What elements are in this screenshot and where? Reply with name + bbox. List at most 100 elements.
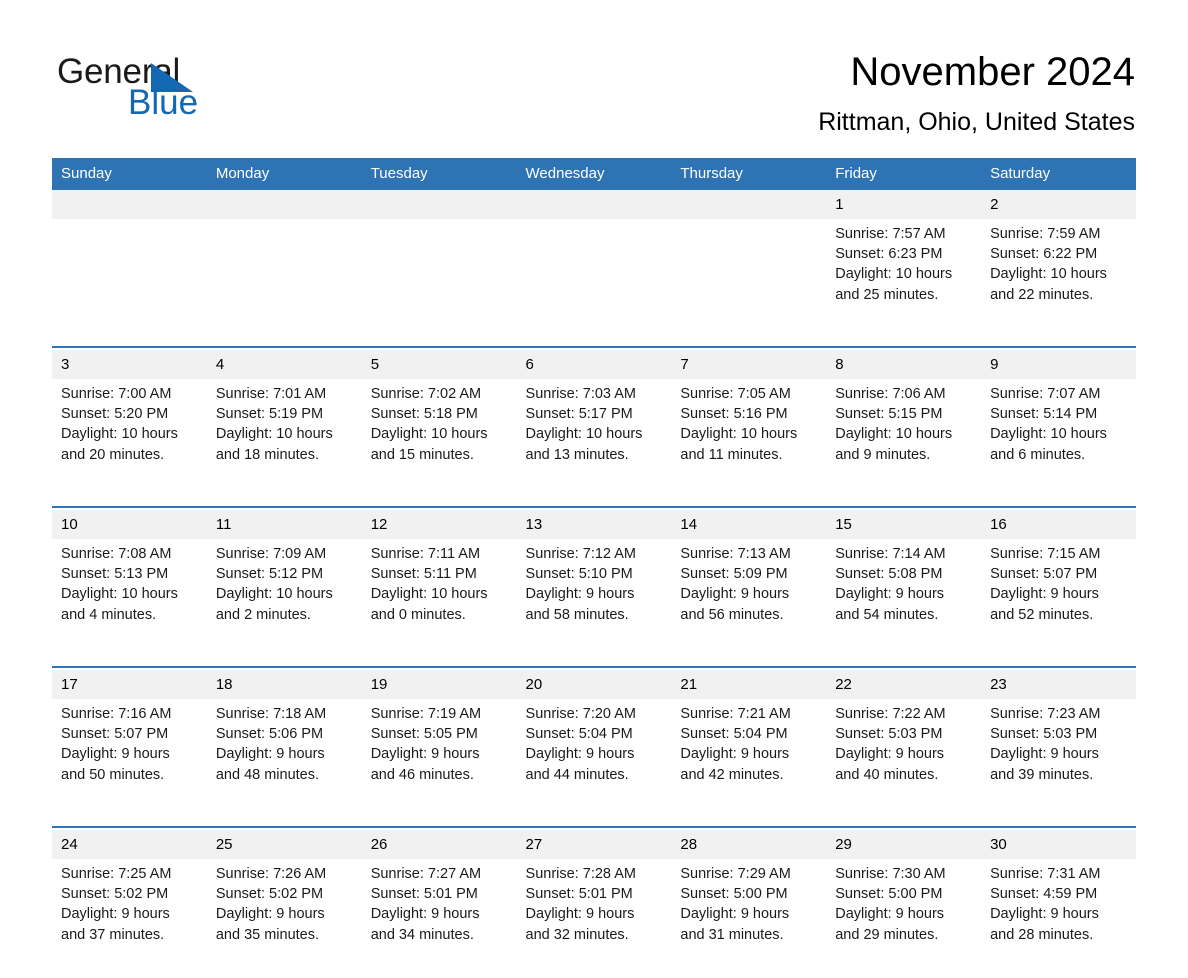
day-number-cell[interactable]: 26 (361, 830, 517, 859)
day-daylight-line2-text: and 4 minutes. (61, 606, 157, 623)
day-info-cell[interactable]: Sunrise: 7:00 AM Sunset: 5:20 PM Daylight:… (52, 379, 207, 498)
empty-day-cell (206, 190, 362, 219)
day-sunrise-text: Sunrise: 7:28 AM (525, 866, 636, 882)
day-number-cell[interactable]: 16 (981, 510, 1136, 539)
day-number-cell[interactable]: 6 (516, 350, 672, 379)
weekday-header-saturday: Saturday (981, 158, 1136, 190)
day-info-cell[interactable]: Sunrise: 7:22 AM Sunset: 5:03 PM Daylight:… (826, 699, 982, 818)
day-info-cell[interactable]: Sunrise: 7:25 AM Sunset: 5:02 PM Daylight:… (52, 859, 207, 978)
day-number-cell[interactable]: 1 (826, 190, 982, 219)
day-info-cell[interactable]: Sunrise: 7:14 AM Sunset: 5:08 PM Daylight:… (826, 539, 982, 658)
day-number-cell[interactable]: 4 (206, 350, 362, 379)
day-number-cell[interactable]: 29 (826, 830, 982, 859)
day-info-cell[interactable]: Sunrise: 7:28 AM Sunset: 5:01 PM Daylight:… (516, 859, 672, 978)
day-number-cell[interactable]: 14 (671, 510, 827, 539)
week-gap-cell (52, 498, 1136, 507)
day-sunset-text: Sunset: 5:00 PM (835, 886, 943, 903)
day-sunset-text: Sunset: 5:12 PM (215, 566, 324, 583)
day-info-cell[interactable]: Sunrise: 7:18 AM Sunset: 5:06 PM Daylight:… (206, 699, 362, 818)
empty-day-cell (52, 190, 207, 219)
day-info-cell[interactable]: Sunrise: 7:27 AM Sunset: 5:01 PM Daylight:… (361, 859, 517, 978)
day-sunset-text: Sunset: 5:15 PM (835, 406, 943, 423)
day-info-cell[interactable]: Sunrise: 7:16 AM Sunset: 5:07 PM Daylight:… (52, 699, 207, 818)
empty-info-cell (52, 219, 207, 338)
day-number-cell[interactable]: 20 (516, 670, 672, 699)
day-number-cell[interactable]: 22 (826, 670, 982, 699)
day-info-cell[interactable]: Sunrise: 7:21 AM Sunset: 5:04 PM Daylight:… (671, 699, 827, 818)
day-number-cell[interactable]: 19 (361, 670, 517, 699)
day-daylight-line1-text: Daylight: 10 hours (835, 426, 953, 443)
day-info-cell[interactable]: Sunrise: 7:19 AM Sunset: 5:05 PM Daylight:… (361, 699, 517, 818)
day-daylight-line2-text: and 2 minutes. (215, 606, 311, 623)
day-sunrise-text: Sunrise: 7:08 AM (61, 546, 172, 562)
day-info-cell[interactable]: Sunrise: 7:31 AM Sunset: 4:59 PM Daylight:… (981, 859, 1136, 978)
day-info-cell[interactable]: Sunrise: 7:57 AM Sunset: 6:23 PM Daylight:… (826, 219, 982, 338)
day-daylight-line1-text: Daylight: 9 hours (61, 746, 170, 763)
day-number-cell[interactable]: 30 (981, 830, 1136, 859)
day-number-cell[interactable]: 25 (206, 830, 362, 859)
day-info-cell[interactable]: Sunrise: 7:23 AM Sunset: 5:03 PM Daylight:… (981, 699, 1136, 818)
day-daylight-line1-text: Daylight: 9 hours (990, 906, 1099, 923)
day-info-cell[interactable]: Sunrise: 7:59 AM Sunset: 6:22 PM Daylight:… (981, 219, 1136, 338)
day-sunset-text: Sunset: 6:22 PM (990, 246, 1098, 263)
day-number-cell[interactable]: 15 (826, 510, 982, 539)
day-number-cell[interactable]: 13 (516, 510, 672, 539)
day-number-cell[interactable]: 21 (671, 670, 827, 699)
day-info-cell[interactable]: Sunrise: 7:11 AM Sunset: 5:11 PM Daylight:… (361, 539, 517, 658)
day-sunrise-text: Sunrise: 7:18 AM (215, 706, 327, 722)
day-daylight-line2-text: and 13 minutes. (525, 446, 629, 463)
day-info-cell[interactable]: Sunrise: 7:02 AM Sunset: 5:18 PM Daylight:… (361, 379, 517, 498)
day-info-cell[interactable]: Sunrise: 7:30 AM Sunset: 5:00 PM Daylight:… (826, 859, 982, 978)
day-info-cell[interactable]: Sunrise: 7:15 AM Sunset: 5:07 PM Daylight:… (981, 539, 1136, 658)
day-number-cell[interactable]: 27 (516, 830, 672, 859)
day-info-cell[interactable]: Sunrise: 7:29 AM Sunset: 5:00 PM Daylight:… (671, 859, 827, 978)
day-sunrise-text: Sunrise: 7:31 AM (990, 866, 1101, 882)
day-number-cell[interactable]: 11 (206, 510, 362, 539)
day-number-cell[interactable]: 3 (52, 350, 207, 379)
day-info-cell[interactable]: Sunrise: 7:05 AM Sunset: 5:16 PM Daylight:… (671, 379, 827, 498)
day-number-cell[interactable]: 23 (981, 670, 1136, 699)
day-info-cell[interactable]: Sunrise: 7:12 AM Sunset: 5:10 PM Daylight:… (516, 539, 672, 658)
day-info-cell[interactable]: Sunrise: 7:06 AM Sunset: 5:15 PM Daylight:… (826, 379, 982, 498)
day-info-cell[interactable]: Sunrise: 7:20 AM Sunset: 5:04 PM Daylight:… (516, 699, 672, 818)
day-info-cell[interactable]: Sunrise: 7:03 AM Sunset: 5:17 PM Daylight:… (516, 379, 672, 498)
day-number-cell[interactable]: 9 (981, 350, 1136, 379)
day-info-cell[interactable]: Sunrise: 7:07 AM Sunset: 5:14 PM Daylight:… (981, 379, 1136, 498)
week-date-row: 3456789 (52, 350, 1136, 379)
week-info-row: Sunrise: 7:08 AM Sunset: 5:13 PM Daylight:… (52, 539, 1136, 658)
day-info-cell[interactable]: Sunrise: 7:09 AM Sunset: 5:12 PM Daylight:… (206, 539, 362, 658)
day-daylight-line2-text: and 34 minutes. (370, 926, 474, 943)
day-number-cell[interactable]: 24 (52, 830, 207, 859)
day-daylight-line1-text: Daylight: 10 hours (990, 426, 1107, 443)
day-number-cell[interactable]: 8 (826, 350, 982, 379)
week-gap-cell (52, 818, 1136, 827)
day-sunrise-text: Sunrise: 7:15 AM (990, 546, 1101, 562)
day-daylight-line2-text: and 9 minutes. (835, 446, 931, 463)
empty-info-cell (671, 219, 827, 338)
day-number-cell[interactable]: 5 (361, 350, 517, 379)
week-gap-cell (52, 338, 1136, 347)
day-sunset-text: Sunset: 5:08 PM (835, 566, 943, 583)
day-daylight-line2-text: and 31 minutes. (680, 926, 784, 943)
page-subtitle: Rittman, Ohio, United States (818, 108, 1135, 136)
brand-logo[interactable]: General Blue (57, 52, 317, 122)
day-sunrise-text: Sunrise: 7:02 AM (370, 386, 482, 402)
day-sunrise-text: Sunrise: 7:21 AM (680, 706, 791, 722)
day-number-cell[interactable]: 12 (361, 510, 517, 539)
day-number-cell[interactable]: 18 (206, 670, 362, 699)
day-info-cell[interactable]: Sunrise: 7:01 AM Sunset: 5:19 PM Daylight:… (206, 379, 362, 498)
day-info-cell[interactable]: Sunrise: 7:08 AM Sunset: 5:13 PM Daylight:… (52, 539, 207, 658)
empty-day-cell (516, 190, 672, 219)
day-number-cell[interactable]: 10 (52, 510, 207, 539)
day-daylight-line1-text: Daylight: 9 hours (835, 746, 945, 763)
day-daylight-line1-text: Daylight: 9 hours (370, 746, 480, 763)
day-daylight-line2-text: and 22 minutes. (990, 286, 1094, 303)
day-number-cell[interactable]: 17 (52, 670, 207, 699)
day-info-cell[interactable]: Sunrise: 7:13 AM Sunset: 5:09 PM Daylight:… (671, 539, 827, 658)
day-number-cell[interactable]: 28 (671, 830, 827, 859)
day-info-cell[interactable]: Sunrise: 7:26 AM Sunset: 5:02 PM Daylight:… (206, 859, 362, 978)
day-number-cell[interactable]: 2 (981, 190, 1136, 219)
day-daylight-line1-text: Daylight: 9 hours (680, 906, 790, 923)
day-number-cell[interactable]: 7 (671, 350, 827, 379)
day-sunrise-text: Sunrise: 7:00 AM (61, 386, 172, 402)
